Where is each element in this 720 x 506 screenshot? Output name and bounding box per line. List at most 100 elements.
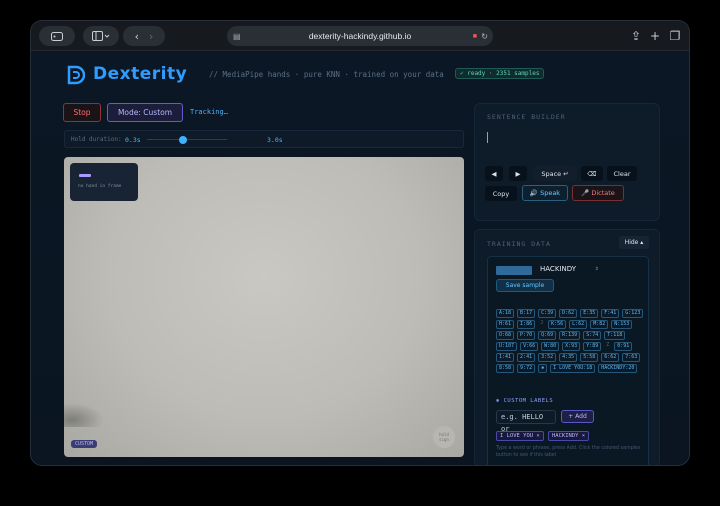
custom-label-chip[interactable]: HACKINDY ×	[548, 431, 590, 441]
sample-chip[interactable]: T:118	[604, 331, 626, 340]
sample-chip[interactable]: 4:35	[559, 353, 578, 362]
sample-chip[interactable]: L:62	[569, 320, 588, 329]
tracking-status: Tracking…	[190, 108, 228, 116]
sample-counts: A:18 B:17 C:39 D:62 E:35 F:41 G:123 H:61 I:86 J K:…	[496, 309, 646, 373]
status-badge: ✓ ready · 2351 samples	[455, 68, 545, 79]
sample-chip[interactable]: 6:62	[601, 353, 620, 362]
save-sample-button[interactable]: Save sample	[496, 279, 554, 292]
sentence-text-cursor[interactable]	[487, 132, 488, 143]
sample-chip[interactable]: I:86	[517, 320, 536, 329]
window-controls[interactable]	[39, 26, 75, 46]
custom-labels-hint: Type a word or phrase, press Add. Click …	[496, 446, 641, 458]
hold-duration-slider[interactable]	[147, 139, 227, 140]
url-text: dexterity-hackindy.github.io	[308, 31, 412, 41]
custom-label-chip[interactable]: I LOVE YOU ×	[496, 431, 544, 441]
sample-chip[interactable]: 0:91	[614, 342, 633, 351]
sample-chip[interactable]: A:18	[496, 309, 515, 318]
hide-button[interactable]: Hide ▴	[619, 236, 649, 249]
hand-status-overlay: no hand in frame	[70, 163, 138, 201]
sample-chip[interactable]: Y:89	[583, 342, 602, 351]
prediction-placeholder	[79, 174, 91, 177]
back-icon[interactable]: ‹	[135, 30, 139, 43]
camera-shadow	[64, 403, 104, 427]
space-button[interactable]: Space ↵	[533, 166, 577, 181]
sample-chip[interactable]: M:82	[590, 320, 609, 329]
dictate-button[interactable]: 🎤 Dictate	[572, 185, 624, 201]
hold-duration-control: Hold duration: 0.3s 3.0s	[64, 130, 464, 148]
sample-chip[interactable]: B:17	[517, 309, 536, 318]
sentence-builder-panel: SENTENCE BUILDER ◀ ▶ Space ↵ ⌫ Clear Cop…	[474, 103, 660, 221]
hold-duration-label: Hold duration:	[71, 136, 122, 143]
tabs-overview-icon[interactable]: ❐	[665, 26, 685, 46]
sample-chip[interactable]: G:123	[622, 309, 644, 318]
sample-chip[interactable]: K:56	[548, 320, 567, 329]
sample-chip[interactable]: E:35	[580, 309, 599, 318]
sample-chip[interactable]: F:41	[601, 309, 620, 318]
page: Dexterity // MediaPipe hands · pure KNN …	[31, 51, 689, 465]
sample-chip[interactable]: 5:58	[580, 353, 599, 362]
page-icon: ▤	[233, 31, 241, 41]
label-prefix: Label	[496, 266, 532, 275]
training-controls: Label HACKINDY ⇕ Save sample A:18 B:17 C:3…	[487, 256, 649, 465]
forward-icon[interactable]: ›	[149, 30, 153, 43]
sample-chip[interactable]: 2:41	[517, 353, 536, 362]
camera-feed: no hand in frame CUSTOM hold sign	[64, 157, 464, 457]
sample-chip[interactable]: 1:41	[496, 353, 515, 362]
sample-chip[interactable]: V:66	[520, 342, 539, 351]
sidebar-toggle-button[interactable]	[83, 26, 119, 46]
sample-chip[interactable]: R:139	[559, 331, 581, 340]
add-label-button[interactable]: + Add	[561, 410, 594, 423]
chevron-updown-icon: ⇕	[595, 265, 599, 272]
reload-icon[interactable]: ↻	[481, 32, 488, 41]
backspace-button[interactable]: ⌫	[581, 166, 603, 181]
label-select[interactable]: HACKINDY	[540, 265, 576, 273]
sample-chip[interactable]: I LOVE YOU:18	[550, 364, 596, 373]
sample-chip[interactable]: C:39	[538, 309, 557, 318]
hold-duration-slider-knob[interactable]	[179, 136, 187, 144]
sample-chip[interactable]: Q:69	[538, 331, 557, 340]
sidebar-icon	[92, 31, 110, 41]
sample-chip[interactable]: 9:72	[517, 364, 536, 373]
custom-label-input[interactable]: e.g. HELLO or	[496, 410, 556, 433]
mode-button[interactable]: Mode: Custom	[107, 103, 183, 122]
sentence-builder-title: SENTENCE BUILDER	[487, 113, 566, 121]
new-tab-icon[interactable]: +	[645, 26, 665, 46]
sample-chip[interactable]: S:74	[583, 331, 602, 340]
copy-button[interactable]: Copy	[485, 186, 517, 201]
prev-button[interactable]: ◀	[485, 166, 503, 181]
speak-button[interactable]: 🔊 Speak	[522, 185, 568, 201]
sample-chip[interactable]: HACKINDY:20	[598, 364, 638, 373]
sample-chip[interactable]: ✱	[538, 364, 548, 373]
sample-chip[interactable]: 7:63	[622, 353, 641, 362]
sample-chip[interactable]: P:70	[517, 331, 536, 340]
sample-chip: Z	[606, 342, 610, 348]
hold-duration-value: 0.3s	[125, 136, 141, 144]
hold-duration-max: 3.0s	[267, 136, 283, 144]
sample-chip[interactable]: 8:58	[496, 364, 515, 373]
hand-status-message: no hand in frame	[78, 184, 122, 189]
address-bar[interactable]: ▤ dexterity-hackindy.github.io ■ ↻	[227, 26, 493, 46]
mode-tag: CUSTOM	[71, 440, 98, 448]
next-button[interactable]: ▶	[509, 166, 527, 181]
sample-chip: J	[540, 320, 544, 326]
brand-title: Dexterity	[93, 64, 188, 84]
sample-chip[interactable]: O:68	[496, 331, 515, 340]
hold-sign-indicator: hold sign	[433, 426, 455, 448]
stop-button[interactable]: Stop	[63, 103, 101, 122]
sample-chip[interactable]: 3:52	[538, 353, 557, 362]
history-nav: ‹ ›	[123, 26, 165, 46]
tagline: // MediaPipe hands · pure KNN · trained …	[209, 70, 444, 79]
sample-chip[interactable]: U:107	[496, 342, 518, 351]
sample-chip[interactable]: H:61	[496, 320, 515, 329]
custom-labels-title: ✱ CUSTOM LABELS	[496, 398, 554, 404]
sample-chip[interactable]: N:153	[611, 320, 633, 329]
training-data-title: TRAINING DATA	[487, 240, 551, 248]
window-icon	[51, 31, 63, 41]
clear-button[interactable]: Clear	[607, 166, 637, 181]
sample-chip[interactable]: D:62	[559, 309, 578, 318]
camera-in-use-icon: ■	[472, 32, 477, 40]
share-icon[interactable]: ⇪	[626, 26, 646, 46]
sample-chip[interactable]: X:93	[562, 342, 581, 351]
browser-window: ‹ › ▤ dexterity-hackindy.github.io ■ ↻ ⇪…	[30, 20, 690, 466]
sample-chip[interactable]: W:80	[541, 342, 560, 351]
